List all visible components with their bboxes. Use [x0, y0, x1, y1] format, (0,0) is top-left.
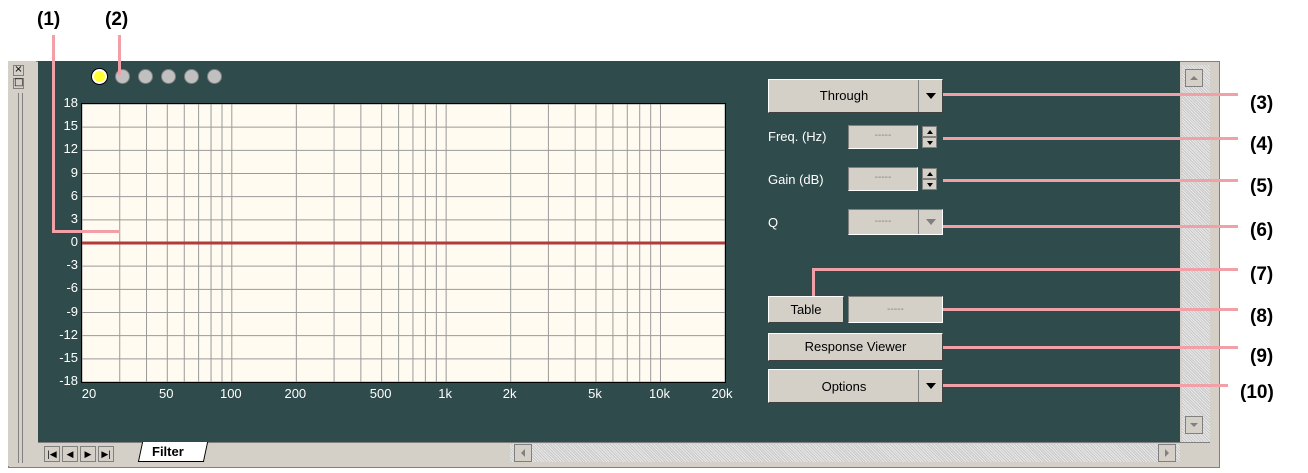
- next-sheet-icon[interactable]: ▶: [80, 446, 96, 462]
- table-button[interactable]: Table: [768, 296, 844, 323]
- y-tick-label: 6: [70, 187, 78, 203]
- splitter-line: [22, 93, 23, 463]
- response-viewer-button[interactable]: Response Viewer: [768, 333, 943, 361]
- last-sheet-icon[interactable]: ▶|: [98, 446, 114, 462]
- scroll-right-icon[interactable]: [1158, 444, 1176, 462]
- y-tick-label: -3: [66, 257, 78, 273]
- preset-dot[interactable]: [138, 69, 153, 84]
- y-tick-label: -18: [59, 373, 78, 388]
- y-tick-label: 12: [63, 141, 78, 157]
- leader-line-10: [943, 384, 1228, 387]
- callout-1: (1): [37, 9, 61, 30]
- gain-field[interactable]: -----: [848, 167, 918, 191]
- close-icon[interactable]: ×: [13, 65, 24, 76]
- y-tick-label: -12: [59, 326, 78, 342]
- x-tick-label: 1k: [438, 386, 453, 401]
- y-tick-label: 3: [70, 210, 78, 226]
- preset-dot[interactable]: [161, 69, 176, 84]
- leader-line-5: [943, 179, 1238, 182]
- window-left-strip: × □: [8, 61, 36, 466]
- x-tick-label: 10k: [648, 386, 670, 401]
- horizontal-scrollbar[interactable]: [510, 444, 1180, 462]
- q-value: -----: [874, 216, 892, 227]
- spin-down-icon[interactable]: [922, 179, 937, 190]
- scroll-down-icon[interactable]: [1185, 416, 1203, 434]
- y-tick-label: 0: [70, 234, 78, 249]
- gain-label: Gain (dB): [768, 172, 824, 187]
- preset-dot[interactable]: [184, 69, 199, 84]
- q-dropdown[interactable]: -----: [848, 209, 943, 235]
- scroll-up-icon[interactable]: [1185, 69, 1203, 87]
- filter-type-value: Through: [819, 88, 869, 103]
- freq-field[interactable]: -----: [848, 125, 918, 149]
- y-tick-label: 9: [70, 164, 78, 180]
- y-tick-label: 18: [63, 95, 78, 110]
- options-label: Options: [821, 379, 867, 394]
- leader-line-9: [943, 346, 1238, 349]
- x-tick-label: 50: [159, 386, 174, 401]
- x-tick-label: 20: [81, 386, 97, 401]
- spin-up-icon[interactable]: [922, 168, 937, 179]
- callout-3: (3): [1250, 93, 1274, 114]
- freq-stepper[interactable]: [922, 126, 937, 148]
- response-graph[interactable]: [81, 103, 726, 383]
- x-tick-label: 200: [284, 386, 307, 401]
- chevron-down-icon[interactable]: [918, 370, 942, 402]
- spin-up-icon[interactable]: [922, 126, 937, 137]
- leader-line-8: [943, 308, 1238, 311]
- leader-line-1: [52, 230, 120, 233]
- table-value-field: -----: [848, 296, 943, 323]
- preset-dot[interactable]: [92, 69, 107, 84]
- splitter-line: [18, 93, 19, 463]
- callout-10: (10): [1240, 382, 1274, 403]
- chevron-down-icon[interactable]: [918, 210, 942, 234]
- preset-dot[interactable]: [207, 69, 222, 84]
- gain-stepper[interactable]: [922, 168, 937, 190]
- callout-9: (9): [1250, 346, 1274, 367]
- tab-filter-label: Filter: [152, 444, 184, 459]
- callout-6: (6): [1250, 220, 1274, 241]
- x-tick-label: 5k: [588, 386, 602, 401]
- x-tick-label: 100: [219, 386, 242, 401]
- leader-line-1: [52, 35, 55, 233]
- x-tick-label: 500: [369, 386, 392, 401]
- callout-5: (5): [1250, 176, 1274, 197]
- restore-icon[interactable]: □: [13, 78, 24, 89]
- callout-8: (8): [1250, 306, 1274, 327]
- response-graph-svg: [82, 104, 725, 382]
- chevron-down-icon[interactable]: [918, 80, 942, 112]
- x-tick-label: 20k: [711, 386, 733, 401]
- table-button-label: Table: [790, 302, 822, 317]
- q-label: Q: [768, 215, 779, 230]
- y-tick-label: -15: [59, 349, 78, 365]
- leader-line-3: [943, 93, 1238, 96]
- x-tick-label: 2k: [502, 386, 517, 401]
- leader-line-2: [118, 35, 121, 75]
- y-tick-label: -6: [66, 280, 78, 296]
- leader-line-6: [943, 225, 1238, 228]
- leader-line-7: [812, 268, 815, 296]
- callout-7: (7): [1250, 264, 1274, 285]
- response-viewer-label: Response Viewer: [804, 339, 907, 354]
- first-sheet-icon[interactable]: |◀: [44, 446, 60, 462]
- y-tick-label: 15: [63, 118, 78, 134]
- filter-type-dropdown[interactable]: Through: [768, 79, 943, 113]
- freq-label: Freq. (Hz): [768, 129, 827, 144]
- options-dropdown[interactable]: Options: [768, 369, 943, 403]
- spin-down-icon[interactable]: [922, 137, 937, 148]
- callout-4: (4): [1250, 134, 1274, 155]
- prev-sheet-icon[interactable]: ◀: [62, 446, 78, 462]
- callout-2: (2): [105, 9, 129, 30]
- y-tick-label: -9: [66, 303, 78, 319]
- leader-line-7: [812, 268, 1238, 271]
- leader-line-4: [943, 137, 1238, 140]
- scroll-left-icon[interactable]: [514, 444, 532, 462]
